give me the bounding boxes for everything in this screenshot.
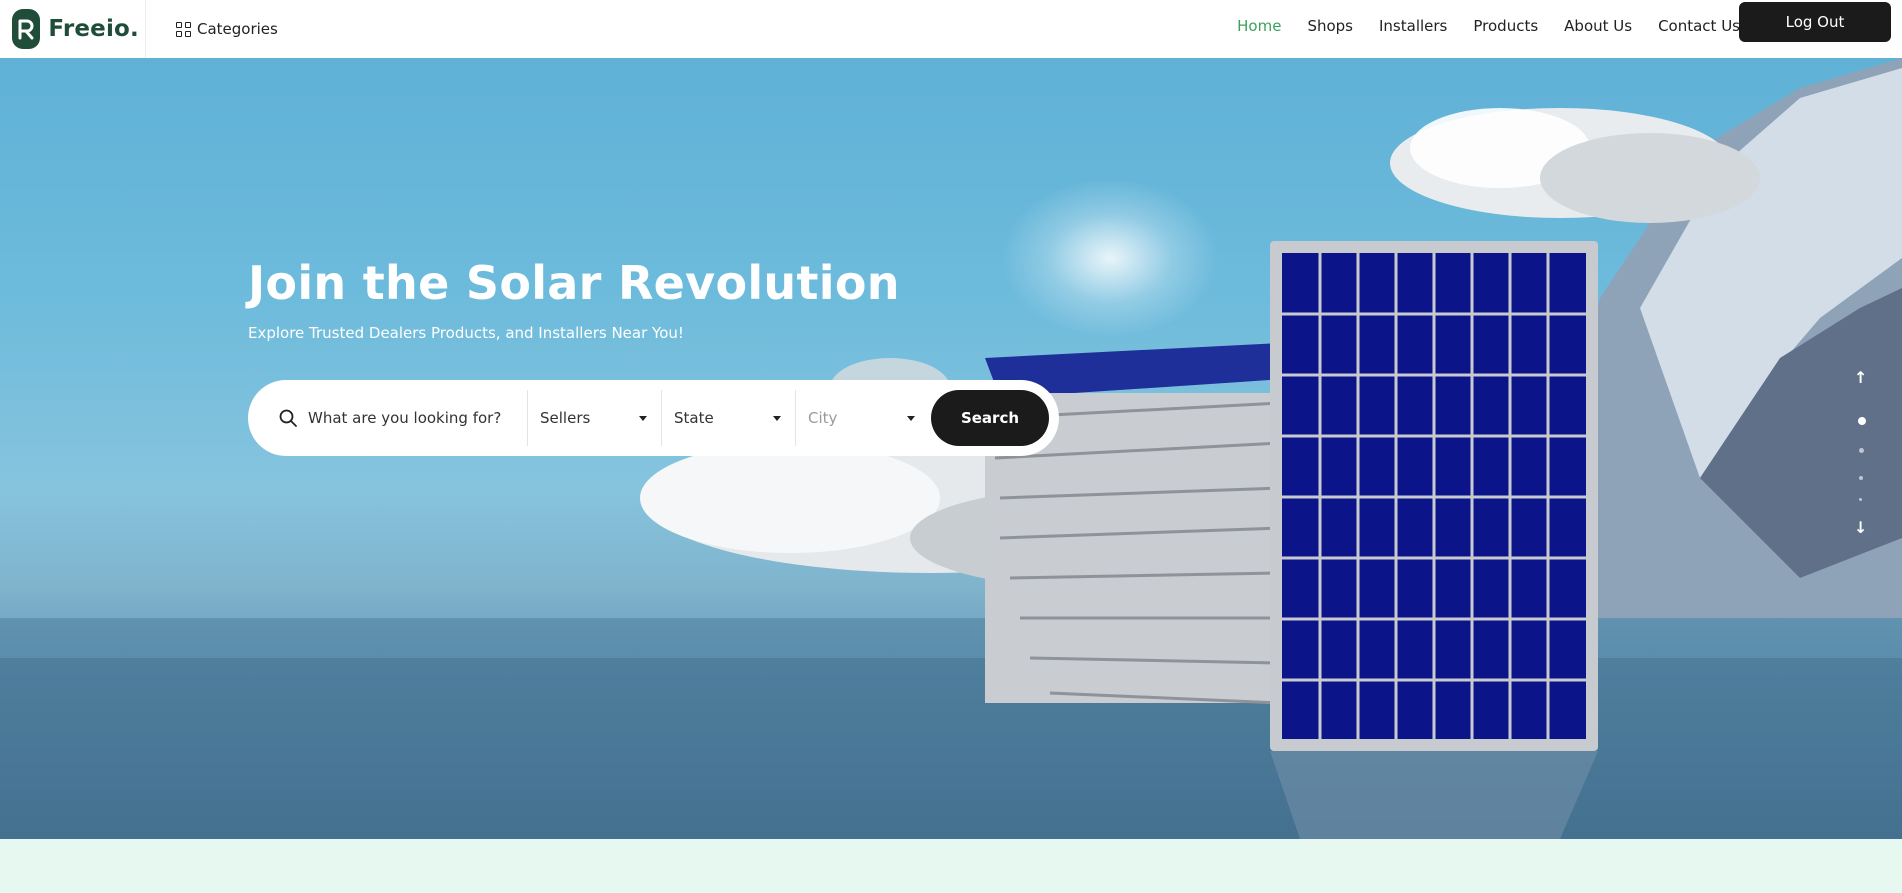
search-icon [279, 409, 297, 427]
slide-dot-active[interactable] [1858, 417, 1866, 425]
caret-down-icon [907, 416, 915, 421]
nav-products[interactable]: Products [1473, 17, 1538, 35]
sellers-label: Sellers [540, 409, 591, 427]
slider-pagination: ↑ ↓ [1852, 368, 1872, 550]
nav-contact-us[interactable]: Contact Us [1658, 17, 1740, 35]
slide-dot[interactable] [1859, 498, 1862, 501]
arrow-down-icon[interactable]: ↓ [1854, 518, 1867, 537]
search-button[interactable]: Search [931, 390, 1049, 446]
state-dropdown[interactable]: State [661, 390, 795, 446]
city-dropdown[interactable]: City [795, 390, 929, 446]
slide-dot[interactable] [1859, 476, 1863, 480]
nav-home[interactable]: Home [1237, 17, 1281, 35]
brand-logo[interactable]: Freeio. [0, 0, 146, 58]
brand-name: Freeio. [48, 16, 139, 42]
hero-banner: Join the Solar Revolution Explore Truste… [0, 58, 1902, 839]
nav-about-us[interactable]: About Us [1564, 17, 1632, 35]
caret-down-icon [773, 416, 781, 421]
nav-shops[interactable]: Shops [1307, 17, 1353, 35]
caret-down-icon [639, 416, 647, 421]
logo-icon [12, 9, 41, 49]
main-nav: Home Shops Installers Products About Us … [1211, 0, 1740, 52]
nav-installers[interactable]: Installers [1379, 17, 1447, 35]
hero-title: Join the Solar Revolution [248, 256, 900, 310]
slide-dot[interactable] [1859, 448, 1864, 453]
categories-button[interactable]: Categories [176, 20, 278, 38]
hero-subtitle: Explore Trusted Dealers Products, and In… [248, 324, 684, 342]
search-bar: Sellers State City Search [248, 380, 1059, 456]
categories-label: Categories [197, 20, 278, 38]
top-navigation-bar: Freeio. Categories Home Shops Installers… [0, 0, 1902, 58]
search-input[interactable] [308, 400, 523, 436]
arrow-up-icon[interactable]: ↑ [1854, 368, 1867, 387]
city-label: City [808, 409, 838, 427]
state-label: State [674, 409, 714, 427]
logout-button[interactable]: Log Out [1739, 2, 1891, 42]
sellers-dropdown[interactable]: Sellers [527, 390, 661, 446]
next-section-band [0, 839, 1902, 893]
grid-icon [176, 21, 191, 37]
